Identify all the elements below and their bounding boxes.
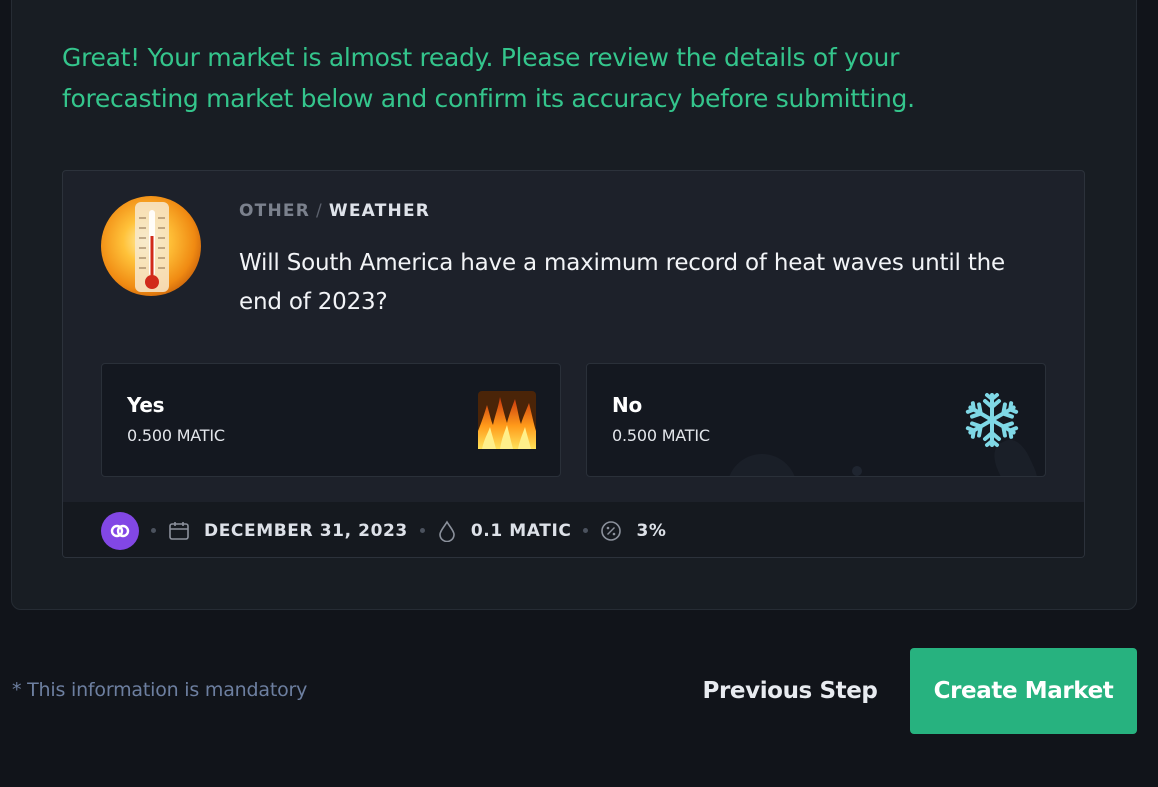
option-yes-price: 0.500 MATIC	[127, 426, 225, 445]
category-separator: /	[315, 201, 323, 221]
category-child: WEATHER	[328, 201, 431, 221]
option-no-label: No	[612, 393, 642, 417]
polygon-icon	[101, 511, 139, 550]
liquidity-text: 0.1 MATIC	[470, 520, 572, 541]
liquidity: 0.1 MATIC	[437, 519, 572, 542]
fee: 3%	[600, 520, 666, 542]
option-no-price: 0.500 MATIC	[612, 426, 710, 445]
snowflake-icon	[964, 393, 1020, 447]
option-yes: Yes 0.500 MATIC	[101, 363, 561, 477]
category-parent: OTHER	[239, 201, 310, 221]
market-preview-card: OTHER / WEATHER Will South America have a …	[62, 170, 1085, 558]
thermometer-heat-image	[101, 196, 201, 296]
decorative-shape	[727, 454, 797, 476]
separator-dot	[583, 528, 589, 533]
separator-dot	[151, 528, 156, 533]
market-category: OTHER / WEATHER	[239, 201, 430, 221]
create-market-button[interactable]: Create Market	[910, 648, 1137, 734]
mandatory-note: * This information is mandatory	[12, 679, 308, 701]
droplet-icon	[439, 519, 455, 542]
intro-message: Great! Your market is almost ready. Plea…	[62, 43, 915, 113]
market-image	[101, 196, 201, 296]
separator-dot	[419, 528, 425, 533]
market-question: Will South America have a maximum record…	[239, 250, 1005, 315]
market-meta-bar: DECEMBER 31, 2023 0.1 MATIC 3%	[63, 502, 1084, 557]
percent-icon	[601, 520, 622, 541]
option-yes-label: Yes	[127, 393, 165, 417]
decorative-dot	[852, 466, 862, 476]
calendar-icon	[169, 521, 189, 540]
fire-icon	[478, 391, 536, 449]
end-date-text: DECEMBER 31, 2023	[204, 520, 408, 541]
previous-step-button[interactable]: Previous Step	[690, 662, 890, 720]
end-date: DECEMBER 31, 2023	[168, 520, 408, 542]
fee-text: 3%	[636, 520, 667, 541]
option-no: No 0.500 MATIC	[586, 363, 1046, 477]
